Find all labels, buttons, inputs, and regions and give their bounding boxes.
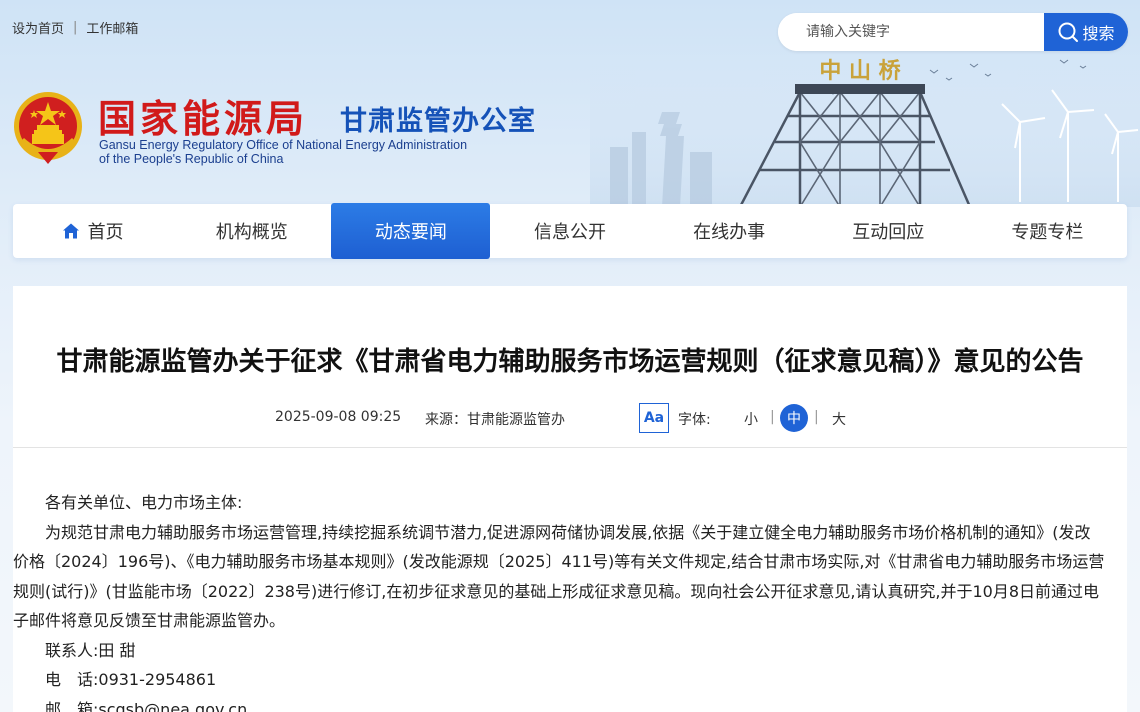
top-links: 设为首页 | 工作邮箱 [12, 18, 138, 37]
nav-item-label: 机构概览 [215, 222, 288, 243]
article-title: 甘肃能源监管办关于征求《甘肃省电力辅助服务市场运营规则（征求意见稿）》意见的公告 [56, 347, 1084, 377]
main-nav: 首页 机构概览 动态要闻 信息公开 在线办事 互动回应 专题专栏 [13, 203, 1127, 259]
nav-item-interaction[interactable]: 互动回应 [809, 204, 968, 258]
article-greeting: 各有关单位、电力市场主体: [45, 493, 243, 512]
font-size-large[interactable]: 大 [832, 409, 846, 429]
bridge-banner-image: 中 山 桥 [590, 52, 1140, 207]
contact-person: 联系人:田 甜 [45, 640, 136, 660]
article-meta: 2025-09-08 09:25 来源：甘肃能源监管办 Aa 字体: 小 | 中… [13, 403, 1127, 433]
meta-divider [13, 447, 1127, 448]
site-title-english-line2: of the People's Republic of China [99, 152, 284, 166]
nav-item-home[interactable]: 首页 [13, 204, 172, 258]
font-size-icon: Aa [639, 403, 669, 433]
work-mail-link[interactable]: 工作邮箱 [86, 18, 138, 37]
nav-item-topics[interactable]: 专题专栏 [968, 204, 1127, 258]
font-size-medium[interactable]: 中 [780, 404, 808, 432]
nav-item-label: 信息公开 [533, 222, 606, 243]
nav-item-overview[interactable]: 机构概览 [172, 204, 331, 258]
search-input[interactable] [778, 13, 1044, 51]
site-subtitle: 甘肃监管办公室 [340, 106, 536, 137]
top-links-separator: | [73, 20, 78, 35]
nav-item-label: 动态要闻 [374, 222, 447, 243]
contact-phone: 电 话:0931-2954861 [45, 670, 217, 689]
font-size-separator: | [770, 409, 775, 425]
article-source: 来源：甘肃能源监管办 [425, 412, 565, 428]
article-body: 各有关单位、电力市场主体: 为规范甘肃电力辅助服务市场运营管理,持续挖掘系统调节… [13, 488, 1105, 712]
home-icon [62, 223, 79, 239]
contact-email: 邮 箱:scgsb@nea.gov.cn [45, 699, 248, 712]
search-icon [1058, 22, 1079, 42]
nav-item-label: 互动回应 [852, 222, 925, 243]
national-emblem-logo [14, 92, 82, 164]
site-title: 国家能源局 [98, 96, 309, 141]
font-size-label: 字体: [678, 412, 711, 428]
nav-item-label: 在线办事 [693, 222, 766, 243]
nav-item-label: 首页 [87, 222, 124, 243]
publish-date: 2025-09-08 09:25 [275, 409, 402, 425]
set-homepage-link[interactable]: 设为首页 [12, 18, 64, 37]
bridge-sign-text: 中 山 桥 [819, 58, 900, 84]
search-box: 搜索 [778, 13, 1128, 51]
search-button-label: 搜索 [1082, 24, 1115, 43]
nav-item-label: 专题专栏 [1011, 222, 1084, 243]
site-title-english-line1: Gansu Energy Regulatory Office of Nation… [99, 138, 468, 152]
site-title-english: Gansu Energy Regulatory Office of Nation… [99, 138, 467, 166]
font-size-separator: | [814, 409, 819, 425]
font-size-small[interactable]: 小 [744, 409, 758, 429]
nav-item-online-services[interactable]: 在线办事 [650, 204, 809, 258]
nav-item-disclosure[interactable]: 信息公开 [490, 204, 649, 258]
article-paragraph: 为规范甘肃电力辅助服务市场运营管理,持续挖掘系统调节潜力,促进源网荷储协调发展,… [13, 522, 1105, 631]
search-button[interactable]: 搜索 [1044, 13, 1128, 51]
nav-item-news[interactable]: 动态要闻 [331, 203, 491, 259]
